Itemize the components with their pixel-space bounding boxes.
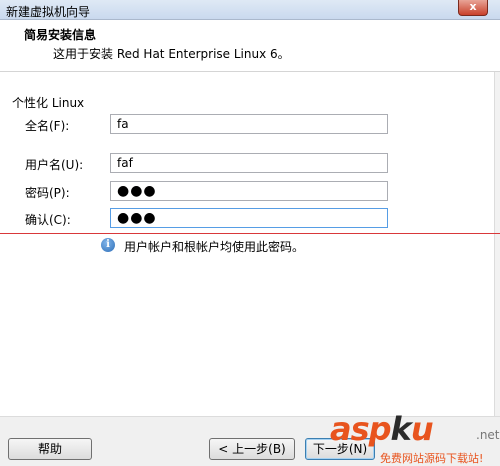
next-button[interactable]: 下一步(N) [305, 438, 375, 460]
title-bar: 新建虚拟机向导 x [0, 0, 500, 20]
page-subtitle: 这用于安装 Red Hat Enterprise Linux 6。 [53, 47, 290, 61]
password-label: 密码(P): [25, 186, 70, 200]
username-field[interactable] [110, 153, 388, 173]
username-label: 用户名(U): [25, 158, 84, 172]
info-message: 用户帐户和根帐户均使用此密码。 [124, 240, 305, 254]
back-button[interactable]: < 上一步(B) [209, 438, 295, 460]
info-icon: i [101, 238, 115, 252]
help-button[interactable]: 帮助 [8, 438, 92, 460]
group-label-personalize: 个性化 Linux [12, 96, 85, 110]
window-edge [494, 72, 500, 416]
page-title: 简易安装信息 [24, 28, 97, 42]
confirm-password-label: 确认(C): [25, 213, 71, 227]
window-title: 新建虚拟机向导 [6, 5, 91, 19]
fullname-field[interactable] [110, 114, 388, 134]
wizard-header: 简易安装信息 这用于安装 Red Hat Enterprise Linux 6。 [0, 20, 500, 72]
divider-line [0, 233, 500, 234]
close-button[interactable]: x [458, 0, 488, 16]
password-field[interactable] [110, 181, 388, 201]
confirm-password-field[interactable] [110, 208, 388, 228]
close-icon: x [469, 0, 477, 13]
fullname-label: 全名(F): [25, 119, 70, 133]
